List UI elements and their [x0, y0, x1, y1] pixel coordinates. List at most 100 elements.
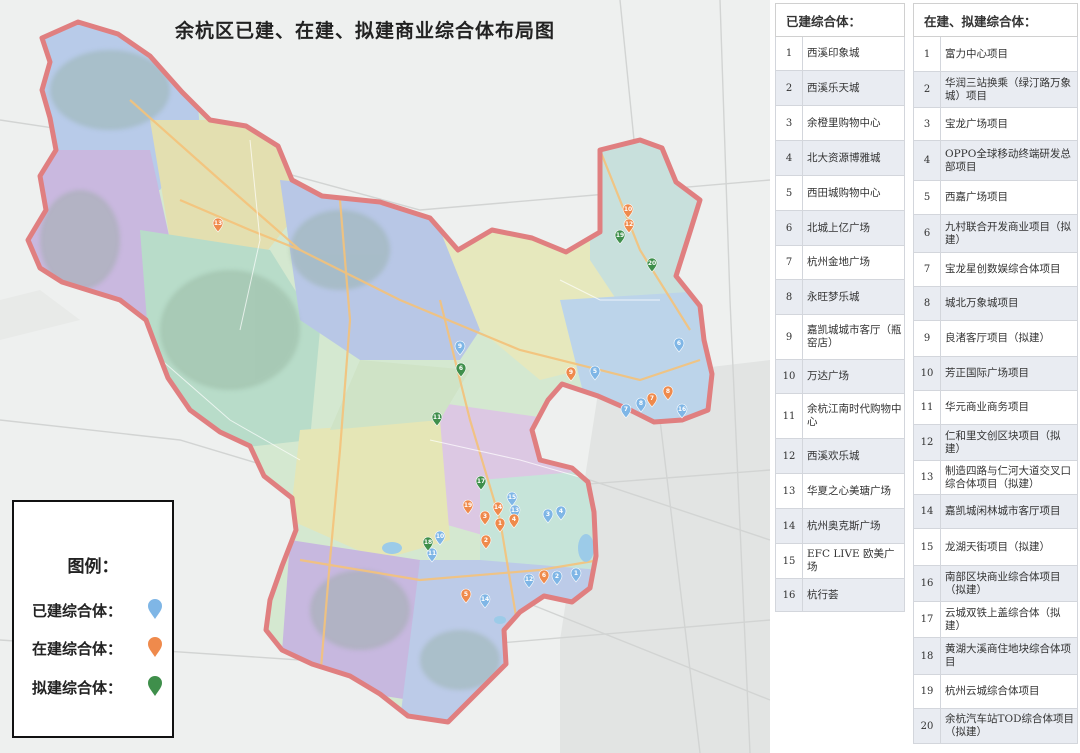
complex-name: 北城上亿广场 [802, 210, 905, 246]
complex-name: 杭州云城综合体项目 [940, 674, 1078, 709]
complex-name: 龙湖天街项目（拟建） [940, 528, 1078, 566]
marker-label: 18 [424, 539, 432, 546]
table-row: 6 九村联合开发商业项目（拟建） [913, 214, 1078, 253]
marker-label: 14 [481, 596, 489, 603]
marker-label: 4 [512, 516, 516, 523]
legend-title: 图例： [67, 557, 119, 577]
marker-label: 19 [464, 502, 472, 509]
row-number: 9 [913, 320, 941, 357]
table-row: 1 富力中心项目 [913, 36, 1078, 72]
legend-built-label: 已建综合体： [32, 602, 123, 620]
table-row: 16 南部区块商业综合体项目（拟建） [913, 565, 1078, 602]
marker-label: 2 [484, 537, 488, 544]
table-row: 2 华润三站换乘（绿汀路万象城）项目 [913, 71, 1078, 108]
marker-label: 3 [546, 511, 550, 518]
table-row: 4 北大资源博雅城 [775, 140, 905, 176]
row-number: 17 [913, 601, 941, 638]
complex-name: 宝龙广场项目 [940, 107, 1078, 141]
table-row: 5 西嘉广场项目 [913, 180, 1078, 215]
complex-name: 杭行荟 [802, 578, 905, 612]
complex-name: 九村联合开发商业项目（拟建） [940, 214, 1078, 253]
row-number: 10 [775, 359, 803, 394]
table-row: 7 宝龙星创数娱综合体项目 [913, 252, 1078, 287]
marker-label: 5 [464, 591, 468, 598]
map-legend: 图例： 已建综合体： 在建综合体： 拟建综合体： [12, 500, 174, 738]
row-number: 7 [913, 252, 941, 287]
built-table-header: 已建综合体： [775, 3, 905, 37]
complex-name: 南部区块商业综合体项目（拟建） [940, 565, 1078, 602]
table-row: 20 余杭汽车站TOD综合体项目（拟建） [913, 708, 1078, 744]
complex-name: 嘉凯城城市客厅（瓶窑店） [802, 314, 905, 360]
table-row: 1 西溪印象城 [775, 36, 905, 71]
row-number: 16 [913, 565, 941, 602]
row-number: 2 [913, 71, 941, 108]
built-complex-table: 已建综合体： 1 西溪印象城 2 西溪乐天城 3 余橙里购物中心 4 北大资源博雅城 5 西田城购… [775, 3, 905, 612]
table-row: 15 龙湖天街项目（拟建） [913, 528, 1078, 566]
complex-name: EFC LIVE 欧美广场 [802, 543, 905, 579]
marker-label: 15 [508, 494, 516, 501]
complex-name: 北大资源博雅城 [802, 140, 905, 176]
row-number: 18 [913, 637, 941, 675]
table-row: 14 杭州奥克斯广场 [775, 508, 905, 544]
row-number: 5 [913, 180, 941, 215]
marker-label: 9 [569, 369, 573, 376]
built-table-body: 1 西溪印象城 2 西溪乐天城 3 余橙里购物中心 4 北大资源博雅城 5 西田城购物中心 6 北城上… [775, 36, 905, 612]
row-number: 8 [913, 286, 941, 321]
row-number: 19 [913, 674, 941, 709]
row-number: 6 [913, 214, 941, 253]
marker-label: 13 [511, 507, 519, 514]
marker-label: 7 [650, 395, 654, 402]
table-row: 8 永旺梦乐城 [775, 279, 905, 315]
row-number: 15 [913, 528, 941, 566]
row-number: 20 [913, 708, 941, 744]
complex-name: 华润三站换乘（绿汀路万象城）项目 [940, 71, 1078, 108]
table-row: 11 余杭江南时代购物中心 [775, 393, 905, 439]
table-row: 8 城北万象城项目 [913, 286, 1078, 321]
marker-label: 7 [624, 406, 628, 413]
planned-complex-table: 在建、拟建综合体： 1 富力中心项目 2 华润三站换乘（绿汀路万象城）项目 3 宝龙广场项… [913, 3, 1078, 744]
table-row: 19 杭州云城综合体项目 [913, 674, 1078, 709]
marker-label: 2 [555, 573, 559, 580]
complex-name: 西溪乐天城 [802, 70, 905, 106]
marker-label: 8 [639, 400, 643, 407]
table-row: 4 OPPO全球移动终端研发总部项目 [913, 140, 1078, 181]
marker-label: 19 [616, 232, 624, 239]
complex-name: 永旺梦乐城 [802, 279, 905, 315]
marker-label: 16 [678, 406, 686, 413]
table-row: 6 北城上亿广场 [775, 210, 905, 246]
marker-label: 6 [542, 572, 546, 579]
plan-table-header: 在建、拟建综合体： [913, 3, 1078, 37]
row-number: 8 [775, 279, 803, 315]
marker-label: 9 [458, 343, 462, 350]
row-number: 14 [775, 508, 803, 544]
complex-name: 云城双铁上盖综合体（拟建） [940, 601, 1078, 638]
marker-label: 12 [525, 576, 533, 583]
district-map[interactable]: 13 10 12 19 20 9 6 11 6 5 9 8 7 8 7 16 17 19 14 15 13 3 1 4 2 3 4 1… [0, 0, 770, 753]
row-number: 5 [775, 175, 803, 211]
row-number: 13 [775, 473, 803, 509]
row-number: 1 [913, 36, 941, 72]
marker-label: 8 [666, 388, 670, 395]
complex-name: 制造四路与仁河大道交叉口综合体项目（拟建） [940, 460, 1078, 495]
table-row: 13 华夏之心美瑭广场 [775, 473, 905, 509]
table-row: 15 EFC LIVE 欧美广场 [775, 543, 905, 579]
complex-name: 余橙里购物中心 [802, 105, 905, 141]
row-number: 9 [775, 314, 803, 360]
marker-label: 3 [483, 513, 487, 520]
row-number: 15 [775, 543, 803, 579]
complex-name: 余杭江南时代购物中心 [802, 393, 905, 439]
complex-name: 富力中心项目 [940, 36, 1078, 72]
row-number: 4 [775, 140, 803, 176]
row-number: 10 [913, 356, 941, 391]
table-row: 11 华元商业商务项目 [913, 390, 1078, 425]
complex-name: 杭州奥克斯广场 [802, 508, 905, 544]
row-number: 12 [913, 424, 941, 461]
complex-name: 城北万象城项目 [940, 286, 1078, 321]
row-number: 1 [775, 36, 803, 71]
row-number: 16 [775, 578, 803, 612]
marker-label: 6 [459, 365, 463, 372]
table-row: 12 西溪欢乐城 [775, 438, 905, 474]
under-construction-pin-icon [148, 637, 162, 657]
table-row: 2 西溪乐天城 [775, 70, 905, 106]
marker-label: 12 [625, 221, 633, 228]
